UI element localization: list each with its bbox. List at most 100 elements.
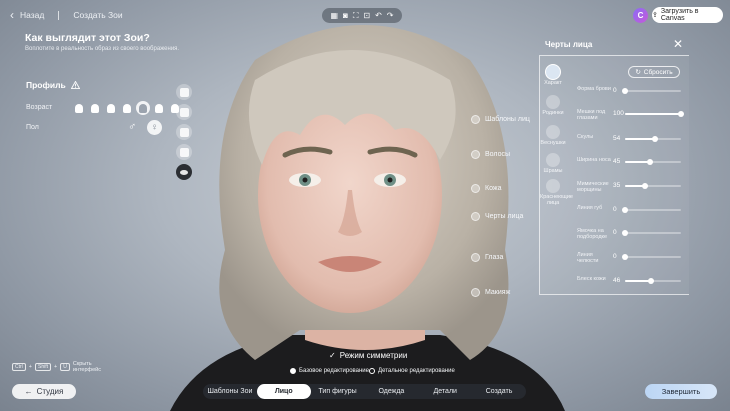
camera-icon[interactable]: ◙ [343,11,348,20]
reset-label: Сбросить [643,68,673,76]
upload-canvas-button[interactable]: ⇪ Загрузить в Canvas [652,7,723,23]
studio-button[interactable]: ← Студия [12,384,76,399]
outfit-tshirt-icon[interactable] [176,84,192,100]
slider-label: Блеск кожи [577,276,606,282]
category-label: Шаблоны лиц [485,116,530,123]
breadcrumb: Создать Зои [73,10,123,20]
slider-track[interactable] [625,159,681,165]
slider-label: Линия челюсти [577,252,599,264]
sex-label: Пол [26,124,39,131]
age-option-child[interactable] [72,101,86,115]
category-dot-icon [471,253,480,262]
slider-knob[interactable] [641,183,648,189]
category-label: Черты лица [485,213,524,220]
slider-value: 0 [613,229,617,236]
outfit-jacket-icon[interactable] [176,124,192,140]
feature-face-icon [546,153,560,167]
symmetry-toggle[interactable]: ✓ Режим симметрии [329,351,407,360]
hide-ui-label: Скрыть интерфейс [72,361,101,373]
age-option-middle-age[interactable] [152,101,166,115]
kbd-u: U [60,363,70,371]
tab-body-type[interactable]: Тип фигуры [311,384,365,399]
slider-row: Форма брови 0 [577,86,683,96]
hide-ui-hint: Ctrl + Shift + U Скрыть интерфейс [12,361,101,373]
slider-track[interactable] [625,136,681,142]
crop-icon[interactable]: ⛶ [353,11,359,21]
slider-row: Блеск кожи 46 [577,276,683,286]
reset-button[interactable]: ↻ Сбросить [628,66,680,78]
outfit-lungs-icon[interactable] [176,144,192,160]
category-label: Глаза [485,254,504,261]
category-hair[interactable]: Волосы [471,150,510,159]
male-icon[interactable]: ♂ [128,121,136,133]
tab-zoi-templates[interactable]: Шаблоны Зои [203,384,257,399]
feature-face-icon [546,179,560,193]
slider-knob[interactable] [647,159,654,165]
slider-knob[interactable] [647,278,654,284]
back-link[interactable]: Назад [20,10,44,20]
grid-icon[interactable]: ▦ [330,11,338,20]
slider-track[interactable] [622,207,681,213]
detail-edit-label: Детальное редактирование [378,368,455,374]
slider-knob[interactable] [622,254,628,260]
kbd-plus: + [28,364,32,370]
slider-track[interactable] [622,230,681,236]
feature-item[interactable]: Характ [540,65,566,86]
slider-track[interactable] [625,183,681,189]
tab-clothing[interactable]: Одежда [364,384,418,399]
graduate-icon [107,103,115,113]
slider-row: Линия губ 0 [577,205,683,215]
category-dot-icon [471,288,480,297]
close-icon[interactable]: ✕ [673,38,683,50]
category-face-templates[interactable]: Шаблоны лиц [471,115,530,124]
slider-value: 46 [613,277,621,284]
slider-track[interactable] [622,254,681,260]
hide-outfit-icon[interactable] [176,164,192,180]
slider-row: Скулы 54 [577,134,683,144]
basic-edit-option[interactable]: Базовое редактирование [290,368,369,374]
undo-icon[interactable]: ↶ [375,11,382,20]
slider-label: Скулы [577,134,594,140]
age-option-graduate[interactable] [104,101,118,115]
female-icon[interactable]: ♀ [147,120,162,135]
age-option-young-adult[interactable] [120,101,134,115]
page-title: Как выглядит этот Зои? [25,32,150,44]
slider-track[interactable] [625,278,681,284]
feature-face-icon [546,65,560,79]
feature-item[interactable]: Веснушки [540,125,566,146]
slider-knob[interactable] [678,111,684,117]
redo-icon[interactable]: ↷ [387,11,394,20]
feature-item[interactable]: Шрамы [540,153,566,174]
finish-button[interactable]: Завершить [645,384,717,399]
category-dot-icon [471,184,480,193]
tab-details[interactable]: Детали [418,384,472,399]
slider-knob[interactable] [622,230,628,236]
account-avatar[interactable]: C [633,8,648,23]
back-arrow-icon[interactable]: ‹ [10,9,14,21]
category-makeup[interactable]: Макияж [471,288,510,297]
slider-knob[interactable] [622,88,628,94]
tab-face[interactable]: Лицо [256,384,311,399]
slider-knob[interactable] [652,136,659,142]
feature-item[interactable]: Родинки [540,95,566,116]
slider-fill [625,113,681,115]
warning-icon[interactable] [70,81,80,89]
eye-frame-icon[interactable]: ⊡ [363,11,370,20]
outfit-shirt-icon[interactable] [176,104,192,120]
age-option-adult[interactable] [136,101,150,115]
age-selector [72,101,182,115]
category-eyes[interactable]: Глаза [471,253,503,262]
age-option-teen[interactable] [88,101,102,115]
slider-track[interactable] [625,111,684,117]
detail-edit-option[interactable]: Детальное редактирование [369,368,455,374]
category-face-features[interactable]: Черты лица [471,212,523,221]
tab-create[interactable]: Создать [472,384,526,399]
category-dot-icon [471,150,480,159]
studio-label: Студия [36,387,64,396]
feature-item[interactable]: Краснеющие лица [540,179,573,206]
slider-track[interactable] [622,88,681,94]
category-skin[interactable]: Кожа [471,184,501,193]
slider-value: 0 [613,87,617,94]
slider-knob[interactable] [622,207,628,213]
slider-value: 0 [613,253,617,260]
